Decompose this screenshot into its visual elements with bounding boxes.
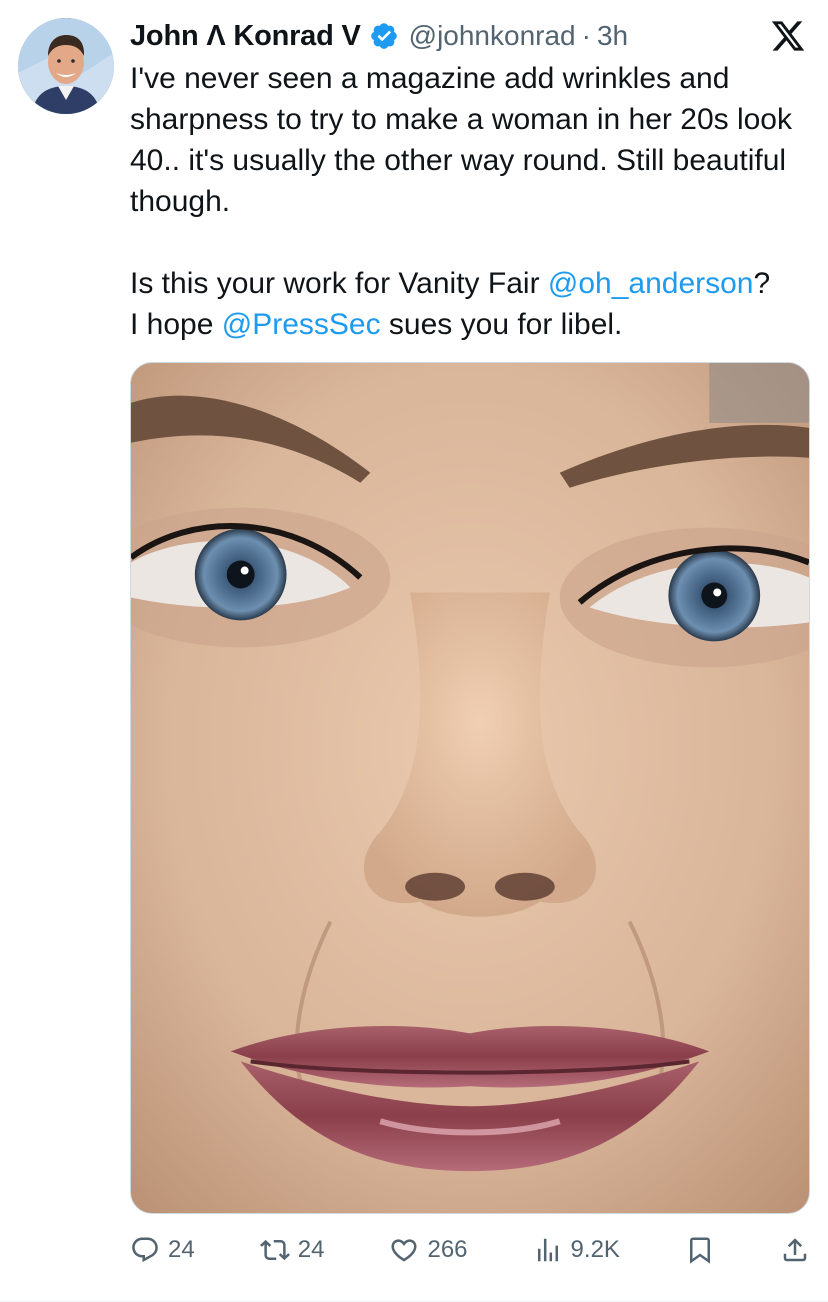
repost-count: 24 [297,1236,325,1263]
author-handle[interactable]: @johnkonrad [409,20,576,52]
bookmark-button[interactable] [685,1235,715,1265]
text-segment: I hope [130,308,222,341]
reply-button[interactable]: 24 [130,1235,195,1265]
separator: · [581,20,591,51]
author-name[interactable]: John Λ Konrad V [130,20,361,53]
views-icon [537,1238,558,1262]
text-segment: Is this your work for Vanity Fair [130,267,548,300]
reply-count: 24 [168,1236,195,1263]
heart-icon [391,1239,417,1262]
text-segment: sues you for libel. [380,308,623,341]
share-icon [783,1238,807,1262]
bookmark-icon [689,1237,710,1264]
share-button[interactable] [780,1235,810,1265]
like-count: 266 [427,1236,468,1263]
tweet-photo[interactable] [130,362,810,1214]
verified-badge-icon [369,21,399,51]
text-segment: ? [753,267,771,300]
view-count: 9.2K [570,1236,620,1263]
tweet-paragraph-3: I hope @PressSec sues you for libel. [130,304,810,345]
avatar[interactable] [18,18,114,114]
like-button[interactable]: 266 [389,1235,468,1265]
repost-button[interactable]: 24 [259,1235,325,1265]
mention-oh-anderson[interactable]: @oh_anderson [548,267,754,300]
timestamp[interactable]: 3h [597,20,628,52]
tweet: John Λ Konrad V @johnkonrad · 3h I've ne… [0,0,828,1302]
tweet-paragraph-1: I've never seen a magazine add wrinkles … [130,62,792,218]
reply-icon [132,1237,158,1263]
x-logo-icon[interactable] [770,18,806,54]
views-button[interactable]: 9.2K [533,1235,620,1265]
tweet-paragraph-2: Is this your work for Vanity Fair @oh_an… [130,263,810,304]
repost-icon [259,1239,290,1261]
tweet-text: I've never seen a magazine add wrinkles … [130,58,810,345]
tweet-header: John Λ Konrad V @johnkonrad · 3h [130,14,808,58]
tweet-actions: 24 24 266 9.2K [130,1228,810,1272]
mention-presssec[interactable]: @PressSec [222,308,381,341]
